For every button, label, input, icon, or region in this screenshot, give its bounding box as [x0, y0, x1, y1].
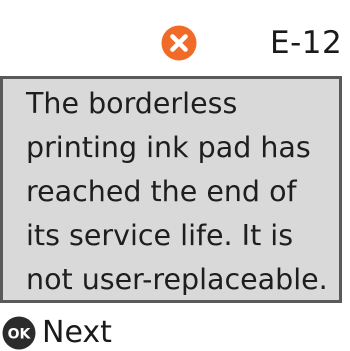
ok-icon-label: OK	[8, 327, 32, 343]
next-button-label: Next	[42, 315, 112, 350]
button-bar: OK Next	[0, 303, 350, 351]
error-code: E-12	[270, 25, 343, 61]
status-header: E-12	[0, 0, 350, 76]
error-message: The borderless printing ink pad has reac…	[26, 87, 328, 296]
printer-lcd-screen: E-12 The borderless printing ink pad has…	[0, 0, 350, 351]
next-button[interactable]: OK Next	[2, 313, 112, 351]
message-panel: The borderless printing ink pad has reac…	[0, 76, 342, 303]
error-x-icon	[161, 25, 197, 61]
ok-icon: OK	[2, 316, 36, 350]
